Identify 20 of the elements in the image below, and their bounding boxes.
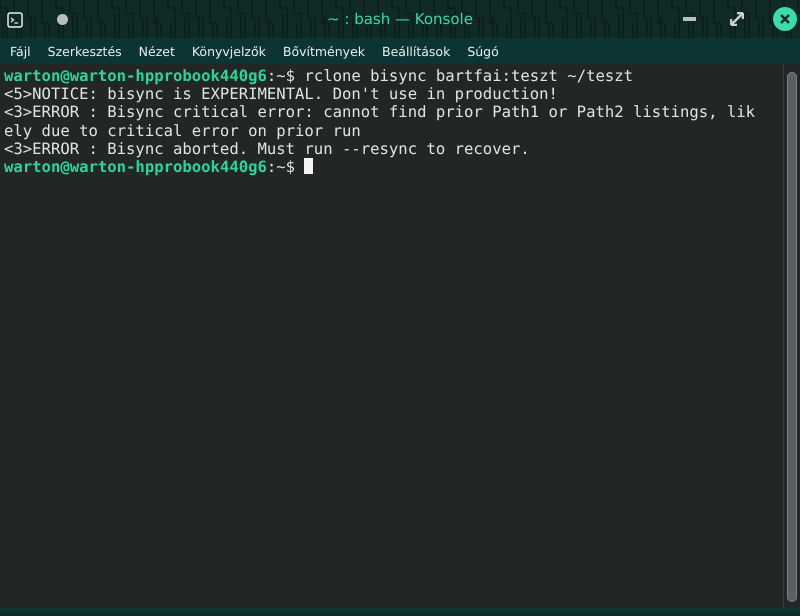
window-title: ~ : bash — Konsole bbox=[327, 10, 473, 28]
close-icon[interactable] bbox=[773, 7, 797, 31]
menu-item[interactable]: Beállítások bbox=[375, 44, 458, 58]
prompt-line: warton@warton-hpprobook440g6:~$ bbox=[4, 158, 800, 176]
scrollbar[interactable] bbox=[787, 72, 797, 602]
menu-item[interactable]: Szerkesztés bbox=[40, 44, 129, 58]
prompt-line: warton@warton-hpprobook440g6:~$ rclone bisync bartfai:teszt ~/teszt bbox=[4, 67, 634, 86]
output-line: <3>ERROR : Bisync critical error: cannot find prior Path1 or Path2 listings, lik bbox=[4, 103, 756, 122]
pin-dot-icon[interactable] bbox=[57, 14, 68, 25]
menu-item[interactable]: Súgó bbox=[460, 44, 506, 58]
output-line: ely due to critical error on prior run bbox=[4, 122, 362, 140]
output-line: <3>ERROR : Bisync aborted. Must run --resync to recover. bbox=[4, 140, 531, 158]
menu-item[interactable]: Nézet bbox=[132, 44, 182, 58]
minimize-icon[interactable] bbox=[683, 15, 696, 23]
terminal-icon[interactable] bbox=[7, 12, 23, 28]
menu-item[interactable]: Fájl bbox=[3, 44, 38, 58]
maximize-icon[interactable] bbox=[730, 12, 744, 26]
output-line: <5>NOTICE: bisync is EXPERIMENTAL. Don't use in production! bbox=[4, 85, 559, 104]
menu-item[interactable]: Könyvjelzők bbox=[184, 44, 273, 58]
menu-item[interactable]: Bővítmények bbox=[276, 44, 372, 58]
